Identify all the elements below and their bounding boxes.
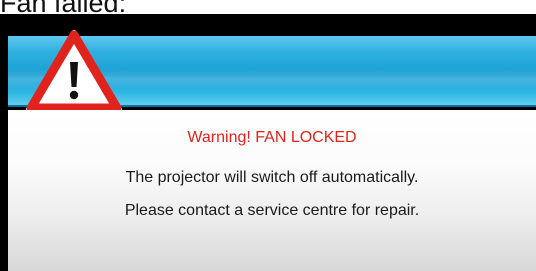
message-line-1: The projector will switch off automatica… bbox=[125, 169, 419, 186]
message-line-2: Please contact a service centre for repa… bbox=[124, 202, 420, 219]
section-caption: Fan failed: bbox=[0, 0, 127, 18]
page: Fan failed: Warning! FAN LOCKED The proj… bbox=[0, 0, 536, 271]
warning-title: Warning! FAN LOCKED bbox=[187, 129, 357, 146]
dialog-body: Warning! FAN LOCKED The projector will s… bbox=[8, 110, 536, 271]
warning-triangle-icon bbox=[26, 30, 122, 113]
fan-warning-dialog: Warning! FAN LOCKED The projector will s… bbox=[0, 14, 536, 271]
